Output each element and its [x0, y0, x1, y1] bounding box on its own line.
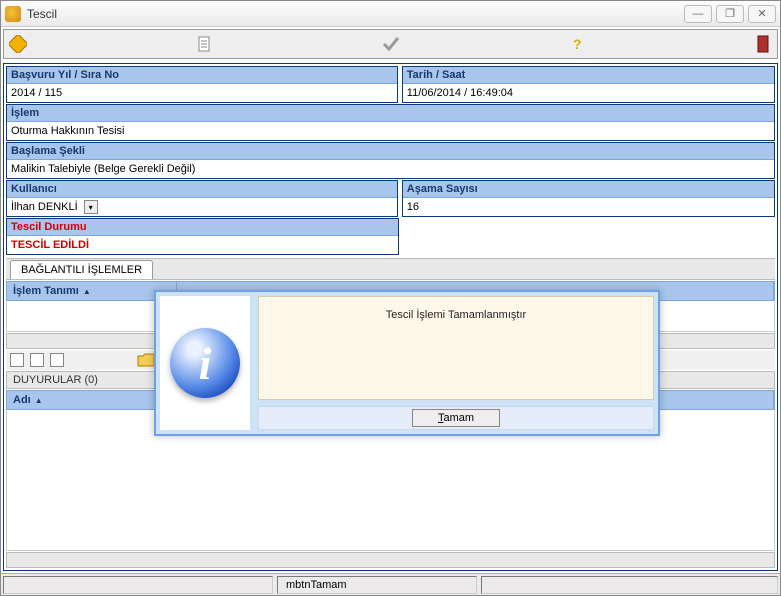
label-tarih: Tarih / Saat — [403, 67, 774, 84]
statusbar: mbtnTamam — [1, 573, 780, 595]
close-button[interactable]: ✕ — [748, 5, 776, 23]
label-islem: İşlem — [7, 105, 774, 122]
status-cell-3 — [481, 576, 778, 594]
help-icon[interactable]: ? — [567, 34, 587, 54]
field-tescil-durumu: Tescil Durumu TESCİL EDİLDİ — [6, 218, 399, 255]
chevron-down-icon[interactable]: ▾ — [84, 200, 98, 214]
check-icon[interactable] — [381, 34, 401, 54]
tab-baglantili-islemler[interactable]: BAĞLANTILI İŞLEMLER — [10, 260, 153, 279]
folder-icon[interactable] — [136, 350, 156, 370]
minimize-button[interactable]: — — [684, 5, 712, 23]
tool-btn-2[interactable] — [30, 353, 44, 367]
main-toolbar: ? — [3, 29, 778, 59]
info-icon: i — [160, 296, 250, 430]
label-baslama: Başlama Şekli — [7, 143, 774, 160]
tool-btn-1[interactable] — [10, 353, 24, 367]
form-content: Başvuru Yıl / Sıra No 2014 / 115 Tarih /… — [3, 63, 778, 571]
field-kullanici: Kullanıcı İlhan DENKLİ ▾ — [6, 180, 398, 217]
tool-btn-3[interactable] — [50, 353, 64, 367]
field-tarih: Tarih / Saat 11/06/2014 / 16:49:04 — [402, 66, 775, 103]
dialog-message: Tescil İşlemi Tamamlanmıştır — [258, 296, 654, 400]
info-dialog: i Tescil İşlemi Tamamlanmıştır Tamam — [154, 290, 660, 436]
field-islem: İşlem Oturma Hakkının Tesisi — [6, 104, 775, 141]
diamond-icon[interactable] — [8, 34, 28, 54]
window-controls: — ❐ ✕ — [684, 5, 776, 23]
value-tarih: 11/06/2014 / 16:49:04 — [403, 84, 774, 102]
sort-asc-icon: ▲ — [35, 396, 43, 405]
field-asama: Aşama Sayısı 16 — [402, 180, 775, 217]
label-basvuru: Başvuru Yıl / Sıra No — [7, 67, 397, 84]
label-tescil-durumu: Tescil Durumu — [7, 219, 398, 236]
exit-icon[interactable] — [753, 34, 773, 54]
value-baslama: Malikin Talebiyle (Belge Gerekli Değil) — [7, 160, 774, 178]
field-baslama: Başlama Şekli Malikin Talebiyle (Belge G… — [6, 142, 775, 179]
window-title: Tescil — [27, 7, 684, 21]
value-islem: Oturma Hakkının Tesisi — [7, 122, 774, 140]
ok-button[interactable]: Tamam — [412, 409, 500, 427]
document-icon[interactable] — [194, 34, 214, 54]
svg-text:?: ? — [573, 36, 582, 52]
tab-strip: BAĞLANTILI İŞLEMLER — [6, 258, 775, 280]
value-kullanici[interactable]: İlhan DENKLİ ▾ — [7, 198, 397, 216]
app-icon — [5, 6, 21, 22]
value-tescil-durumu: TESCİL EDİLDİ — [7, 236, 398, 254]
duyurular-scrollbar[interactable] — [6, 552, 775, 568]
application-window: Tescil — ❐ ✕ ? — [0, 0, 781, 596]
value-asama: 16 — [403, 198, 774, 216]
value-basvuru: 2014 / 115 — [7, 84, 397, 102]
text-kullanici: İlhan DENKLİ — [11, 201, 78, 213]
maximize-button[interactable]: ❐ — [716, 5, 744, 23]
titlebar: Tescil — ❐ ✕ — [1, 1, 780, 27]
status-cell-text: mbtnTamam — [277, 576, 477, 594]
ok-button-rest: amam — [443, 412, 474, 424]
status-cell-1 — [3, 576, 273, 594]
sort-asc-icon: ▲ — [83, 287, 91, 296]
label-asama: Aşama Sayısı — [403, 181, 774, 198]
label-kullanici: Kullanıcı — [7, 181, 397, 198]
field-basvuru: Başvuru Yıl / Sıra No 2014 / 115 — [6, 66, 398, 103]
col-islem-tanimi[interactable]: İşlem Tanımı ▲ — [7, 282, 177, 300]
